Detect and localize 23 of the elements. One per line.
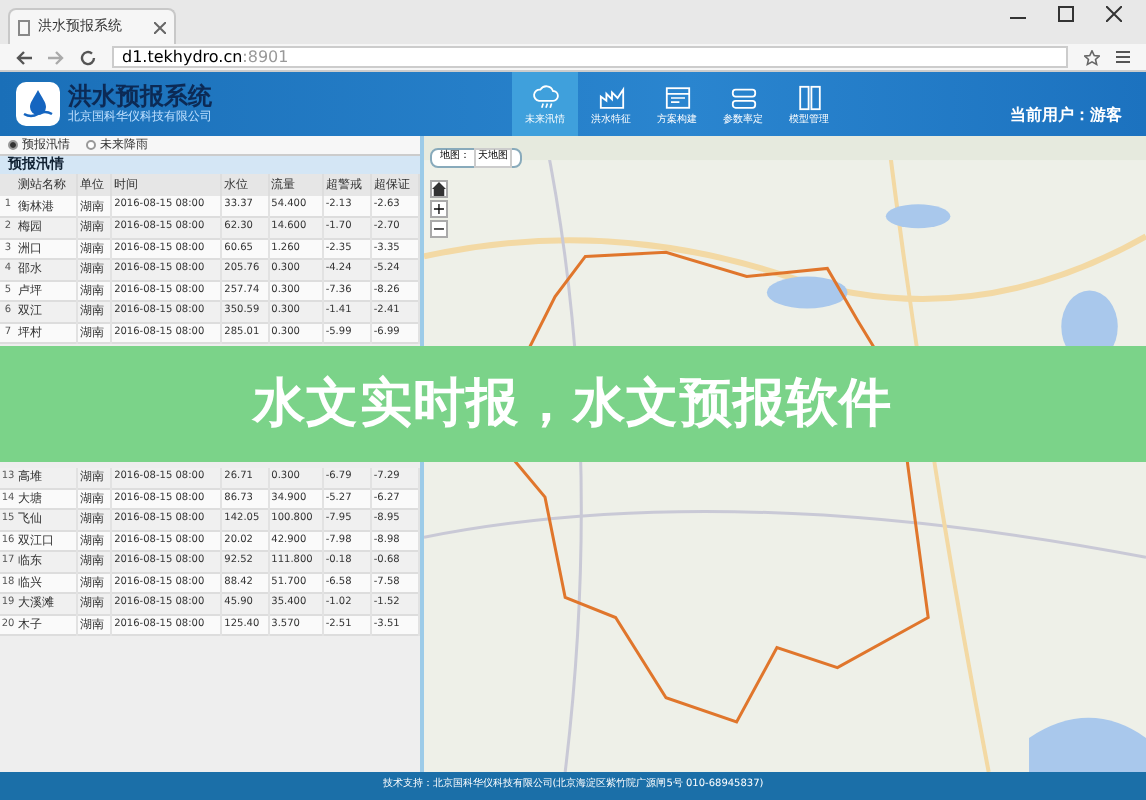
zoom-in-button[interactable]: + — [430, 200, 448, 218]
close-icon[interactable] — [1106, 6, 1122, 22]
url-port: :8901 — [242, 45, 289, 69]
form-icon — [663, 83, 691, 111]
reload-icon[interactable] — [80, 49, 96, 65]
app-title: 洪水预报系统 — [68, 84, 212, 108]
close-icon[interactable] — [154, 21, 166, 33]
cloud-rain-icon — [531, 83, 559, 111]
banner-text: 水文实时报，水文预报软件 — [253, 371, 893, 437]
toggle-bars-icon — [729, 83, 757, 111]
page-icon — [18, 19, 30, 35]
current-user: 当前用户：游客 — [1010, 104, 1122, 128]
star-icon[interactable] — [1084, 49, 1100, 65]
panels-icon — [795, 83, 823, 111]
back-icon[interactable] — [16, 49, 32, 65]
zoom-out-button[interactable]: − — [430, 220, 448, 238]
factory-chart-icon — [597, 83, 625, 111]
maximize-icon[interactable] — [1058, 6, 1074, 22]
url-text: d1.tekhydro.cn — [122, 45, 243, 69]
water-drop-logo-icon — [16, 82, 60, 126]
home-button[interactable] — [430, 180, 448, 198]
address-bar[interactable]: d1.tekhydro.cn:8901 — [112, 46, 1068, 68]
menu-icon[interactable] — [1116, 50, 1130, 64]
